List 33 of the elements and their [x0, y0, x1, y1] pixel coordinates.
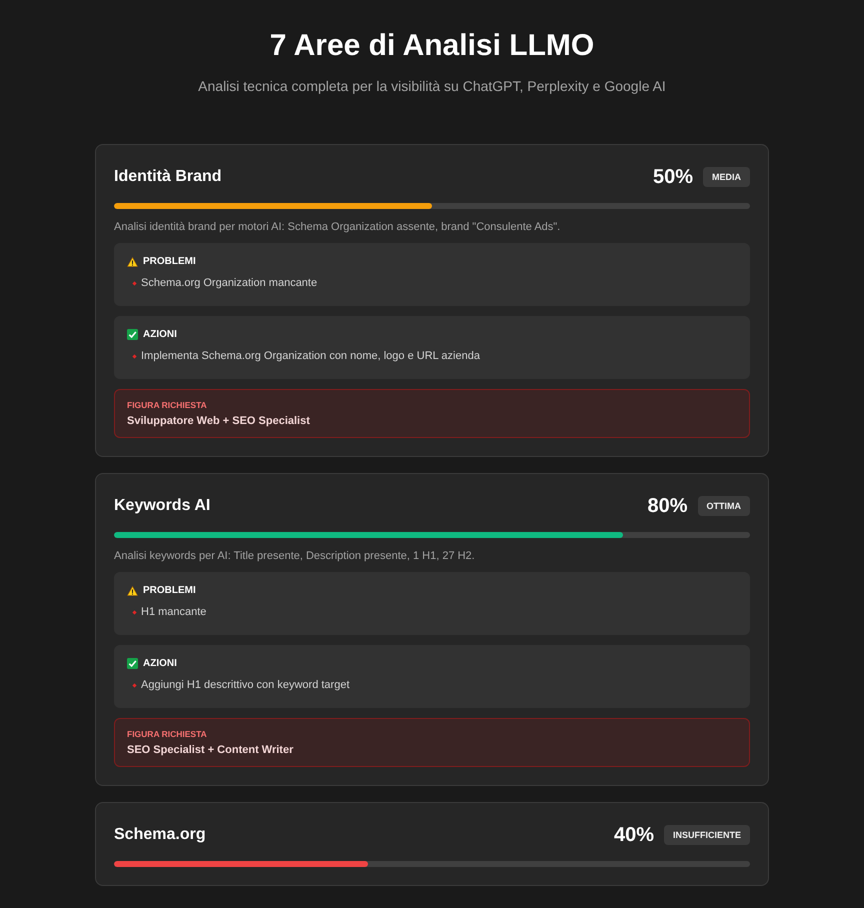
warning-icon	[127, 586, 138, 596]
finding-text: H1 mancante	[141, 606, 206, 618]
checkmark-icon	[127, 658, 138, 669]
finding-text: Schema.org Organization mancante	[141, 277, 318, 289]
finding-text: Implementa Schema.org Organization con nome, logo e URL azienda	[141, 350, 480, 362]
bullet-icon	[132, 280, 137, 286]
section-heading: PROBLEMI	[143, 256, 196, 267]
area-title: Schema.org	[114, 826, 206, 844]
area-title: Keywords AI	[114, 497, 210, 515]
area-score: 80%	[647, 494, 688, 518]
required-role-label: FIGURA RICHIESTA	[127, 400, 208, 410]
rating-badge: OTTIMA	[698, 496, 750, 516]
finding-text: Aggiungi H1 descrittivo con keyword target	[141, 679, 350, 691]
section-heading: AZIONI	[143, 658, 177, 669]
checkmark-icon	[127, 329, 138, 340]
area-description: Analisi keywords per AI: Title presente, Description presente, 1 H1, 27 H2.	[114, 550, 476, 562]
page-subtitle: Analisi tecnica completa per la visibilità su ChatGPT, Perplexity e Google AI	[198, 78, 666, 94]
required-role-label: FIGURA RICHIESTA	[127, 729, 208, 739]
area-description: Analisi identità brand per motori AI: Schema Organization assente, brand "Consulente Ads".	[114, 221, 562, 233]
area-title: Identità Brand	[114, 168, 222, 186]
warning-icon	[127, 256, 138, 266]
area-score: 40%	[614, 824, 654, 846]
rating-badge: MEDIA	[703, 167, 750, 187]
bullet-icon	[132, 354, 137, 358]
required-role-value: SEO Specialist + Content Writer	[127, 744, 294, 756]
page-title: 7 Aree di Analisi LLMO	[270, 28, 594, 64]
section-heading: PROBLEMI	[143, 585, 196, 596]
section-heading: AZIONI	[143, 329, 177, 340]
area-score: 50%	[652, 166, 693, 188]
required-role-value: Sviluppatore Web + SEO Specialist	[127, 415, 311, 427]
bullet-icon	[132, 610, 137, 614]
bullet-icon	[132, 682, 137, 688]
rating-badge: INSUFFICIENTE	[664, 825, 750, 845]
